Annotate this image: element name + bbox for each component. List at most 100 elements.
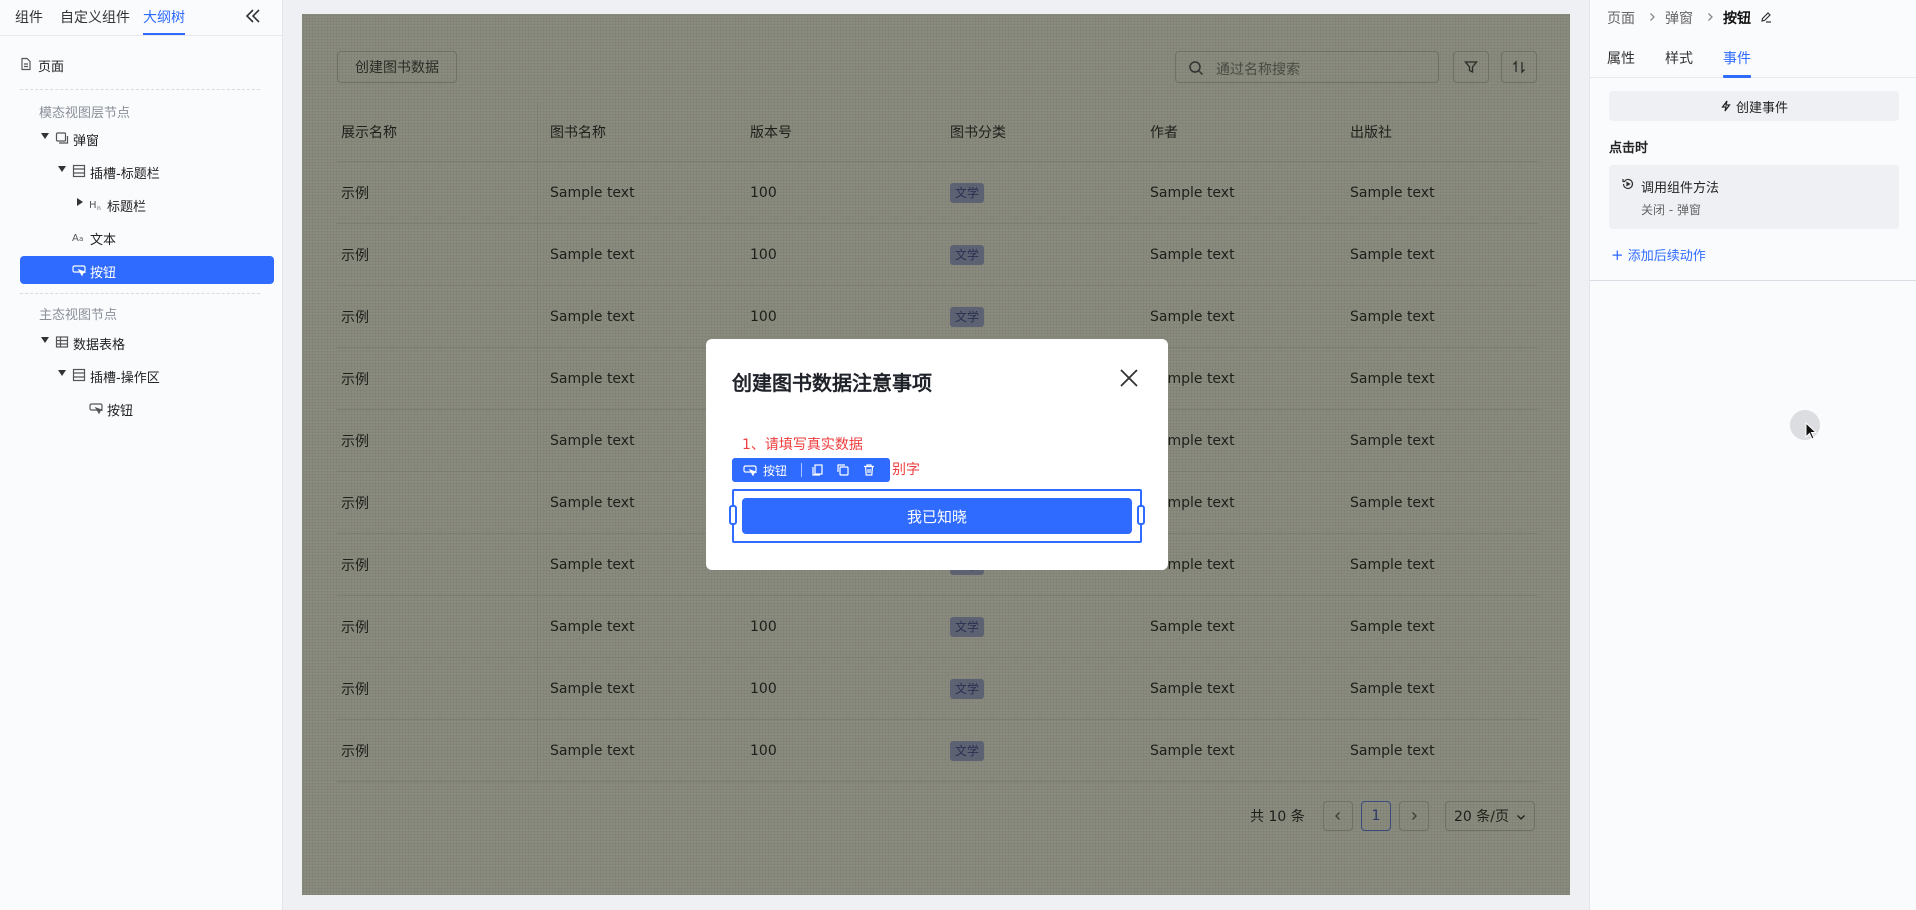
acknowledge-button[interactable]: 我已知晓 xyxy=(742,498,1132,534)
edit-pencil-icon[interactable] xyxy=(1760,11,1772,23)
event-action-card[interactable]: 调用组件方法 关闭 - 弹窗 xyxy=(1609,165,1899,229)
caret-down-icon[interactable] xyxy=(58,166,66,172)
selection-toolbar: 按钮 xyxy=(732,458,890,482)
column-header[interactable]: 图书名称 xyxy=(550,102,606,161)
page-icon xyxy=(21,57,31,71)
tree-node-slot-titlebar[interactable]: 插槽-标题栏 xyxy=(0,157,283,185)
outline-panel: 组件 自定义组件 大纲树 页面 模态视图层节点 弹窗 插槽-标题栏 Hn 标题栏… xyxy=(0,0,283,910)
table-cell: Sample text xyxy=(1150,742,1235,759)
column-header[interactable]: 作者 xyxy=(1150,102,1178,161)
table-cell: 示例 xyxy=(341,619,369,636)
table-cell: 100 xyxy=(750,184,777,201)
table-cell: Sample text xyxy=(1350,184,1435,201)
tree-node-slot-actions[interactable]: 插槽-操作区 xyxy=(0,361,283,389)
caret-down-icon[interactable] xyxy=(41,337,49,343)
table-cell: Sample text xyxy=(1350,556,1435,573)
svg-text:A: A xyxy=(72,233,79,244)
resize-handle-right[interactable] xyxy=(1137,505,1145,525)
table-cell: 100 xyxy=(750,742,777,759)
table-cell: Sample text xyxy=(550,370,635,387)
tree-node-dialog[interactable]: 弹窗 xyxy=(0,124,283,152)
resize-handle-left[interactable] xyxy=(729,505,737,525)
table-cell: 示例 xyxy=(341,681,369,698)
chevron-left-icon xyxy=(1335,812,1340,820)
table-cell: 示例 xyxy=(341,247,369,264)
tree-node-data-table[interactable]: 数据表格 xyxy=(0,328,283,356)
copy-icon[interactable] xyxy=(836,463,850,477)
table-row: 示例 Sample text 100 文学 Sample text Sample text xyxy=(337,720,1538,782)
select-parent-icon[interactable] xyxy=(811,463,825,477)
main-layer-section-title: 主态视图节点 xyxy=(39,308,118,323)
page-number-button[interactable]: 1 xyxy=(1361,801,1391,831)
table-cell: 文学 xyxy=(950,720,985,781)
tree-node-titlebar[interactable]: Hn 标题栏 xyxy=(0,190,283,218)
table-cell: Sample text xyxy=(550,246,635,263)
table-cell: 示例 xyxy=(341,185,369,202)
heading-icon: Hn xyxy=(89,200,101,211)
collapse-double-chevron-icon[interactable] xyxy=(243,6,263,26)
text-icon: Aa xyxy=(72,233,83,244)
search-icon xyxy=(1189,61,1204,76)
tree-node-label: 弹窗 xyxy=(73,134,100,149)
table-row: 示例 Sample text 100 文学 Sample text Sample text xyxy=(337,162,1538,224)
tree-node-button-selected[interactable]: 按钮 xyxy=(20,256,274,284)
sort-button[interactable] xyxy=(1501,51,1537,83)
table-cell: Sample text xyxy=(1150,184,1235,201)
category-tag: 文学 xyxy=(950,616,985,637)
tab-custom-components[interactable]: 自定义组件 xyxy=(60,7,130,27)
table-cell: 100 xyxy=(750,308,777,325)
page-size-value: 20 条/页 xyxy=(1454,809,1509,825)
tab-components[interactable]: 组件 xyxy=(15,7,43,27)
page-size-select[interactable]: 20 条/页 xyxy=(1445,801,1535,831)
table-cell: Sample text xyxy=(550,618,635,635)
notice-dialog: 创建图书数据注意事项 1、请填写真实数据 别字 按钮 我已知晓 xyxy=(706,339,1168,570)
breadcrumb-item[interactable]: 弹窗 xyxy=(1665,8,1693,28)
table-row: 示例 Sample text 100 文学 Sample text Sample text xyxy=(337,224,1538,286)
category-tag: 文学 xyxy=(950,740,985,761)
chevron-right-icon xyxy=(1650,13,1655,21)
table-cell: Sample text xyxy=(550,184,635,201)
caret-down-icon[interactable] xyxy=(41,133,49,139)
tree-node-label: 数据表格 xyxy=(73,338,126,353)
tree-node-label: 标题栏 xyxy=(107,200,147,215)
chevron-down-icon xyxy=(1517,815,1525,820)
properties-panel: 页面 弹窗 按钮 属性 样式 事件 创建事件 点击时 调用组件方法 关闭 - 弹… xyxy=(1589,0,1916,910)
svg-text:a: a xyxy=(79,235,83,243)
column-header[interactable]: 版本号 xyxy=(750,102,792,161)
column-header[interactable]: 图书分类 xyxy=(950,102,1006,161)
close-icon[interactable] xyxy=(1118,367,1140,389)
breadcrumb-item[interactable]: 页面 xyxy=(1607,8,1635,28)
button-icon xyxy=(89,403,103,415)
tree-node-text[interactable]: Aa 文本 xyxy=(0,223,283,251)
tree-node-page[interactable]: 页面 xyxy=(0,50,283,78)
table-cell: 文学 xyxy=(950,286,985,347)
tab-outline-tree[interactable]: 大纲树 xyxy=(143,7,185,35)
table-cell: 示例 xyxy=(341,433,369,450)
create-book-button[interactable]: 创建图书数据 xyxy=(337,51,457,83)
tree-node-main-button[interactable]: 按钮 xyxy=(0,394,283,422)
action-description: 关闭 - 弹窗 xyxy=(1641,203,1701,217)
tab-properties[interactable]: 属性 xyxy=(1607,48,1635,68)
caret-right-icon[interactable] xyxy=(77,198,83,206)
tree-node-label: 页面 xyxy=(38,60,65,75)
prev-page-button[interactable] xyxy=(1323,801,1353,831)
filter-button[interactable] xyxy=(1453,51,1489,83)
modal-layer-section-title: 模态视图层节点 xyxy=(39,106,131,121)
notice-line-2: 别字 xyxy=(892,462,920,478)
next-page-button[interactable] xyxy=(1399,801,1429,831)
table-header: 展示名称 图书名称 版本号 图书分类 作者 出版社 xyxy=(337,102,1538,162)
slot-icon xyxy=(72,164,86,178)
dialog-icon xyxy=(55,132,69,144)
tab-events[interactable]: 事件 xyxy=(1723,48,1751,78)
column-header[interactable]: 出版社 xyxy=(1350,102,1392,161)
caret-down-icon[interactable] xyxy=(58,370,66,376)
table-cell: 示例 xyxy=(341,557,369,574)
search-input[interactable]: 通过名称搜索 xyxy=(1175,51,1439,83)
table-cell: 100 xyxy=(750,246,777,263)
add-next-action-link[interactable]: + 添加后续动作 xyxy=(1611,245,1706,264)
divider xyxy=(1590,280,1916,281)
tab-styles[interactable]: 样式 xyxy=(1665,48,1693,68)
create-event-button[interactable]: 创建事件 xyxy=(1609,91,1899,121)
column-header[interactable]: 展示名称 xyxy=(341,102,397,161)
delete-icon[interactable] xyxy=(862,463,876,477)
